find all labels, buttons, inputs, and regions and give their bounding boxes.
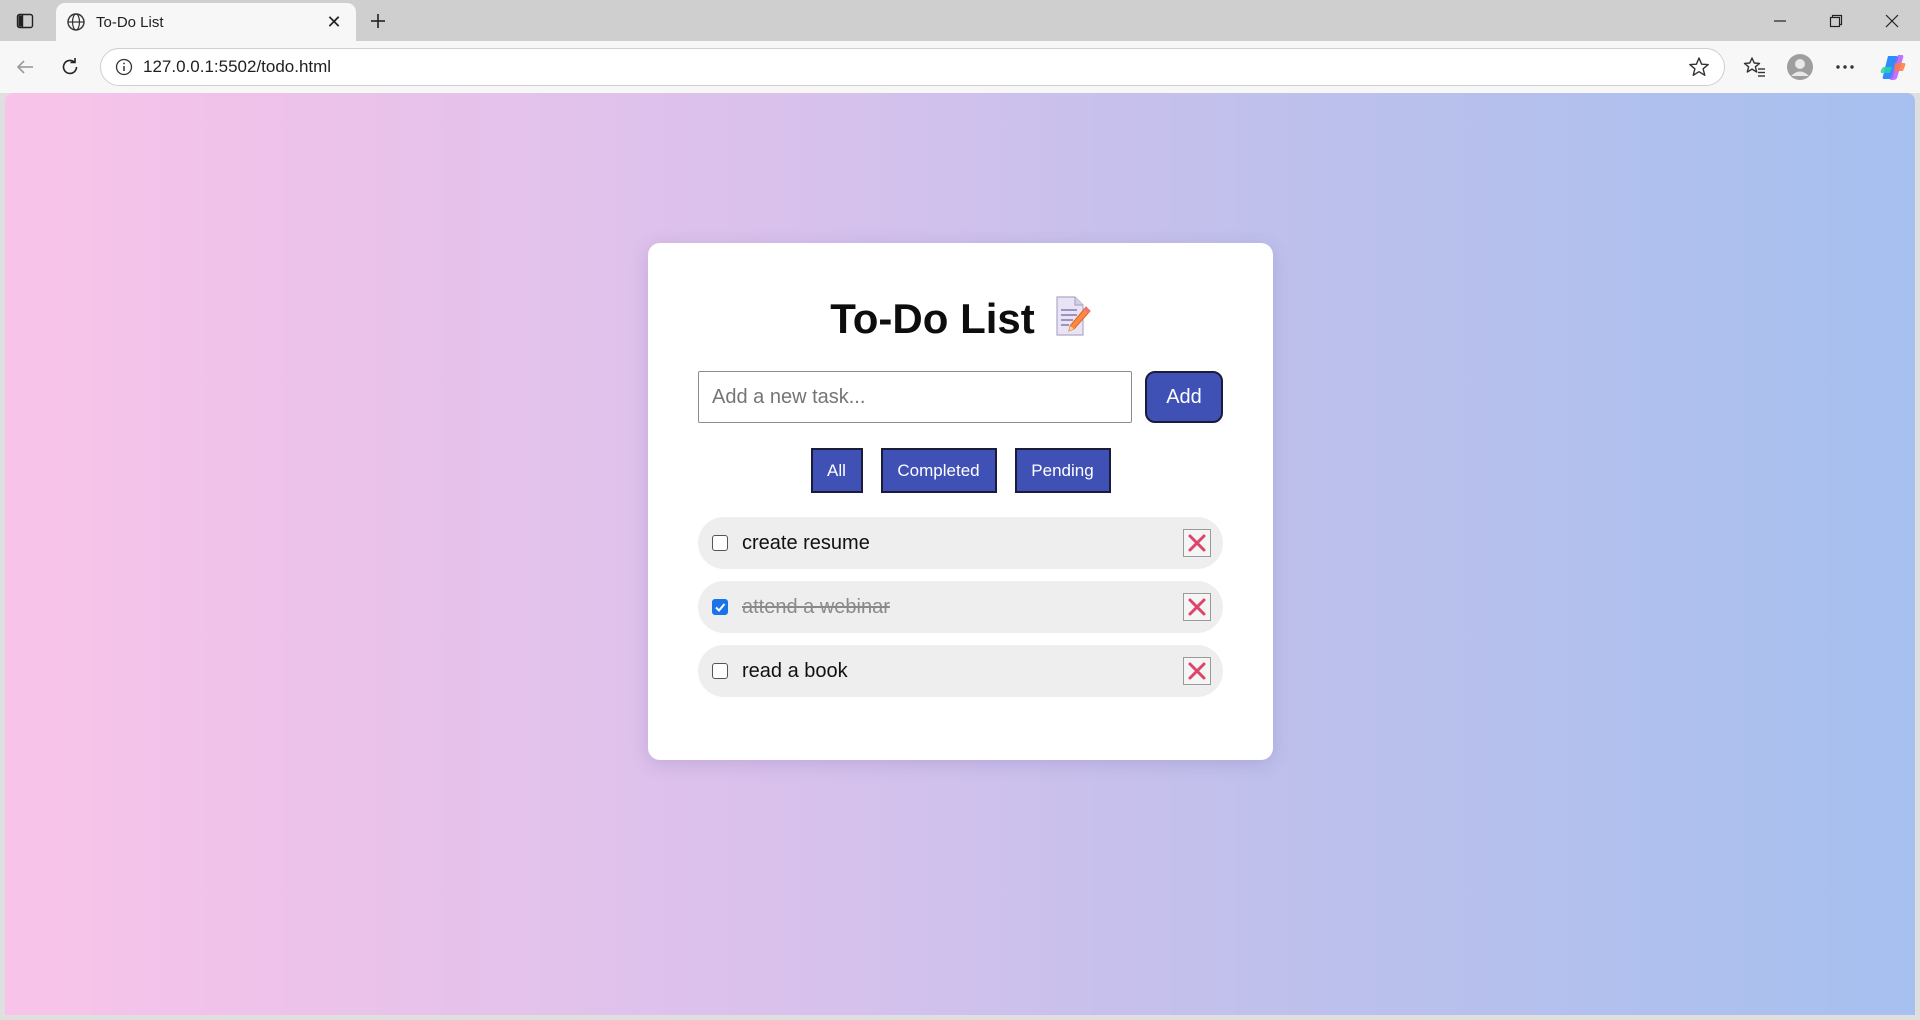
back-arrow-icon[interactable] <box>10 52 40 82</box>
globe-icon <box>64 10 88 34</box>
task-text: attend a webinar <box>742 595 890 618</box>
delete-task-button[interactable] <box>1183 657 1211 685</box>
filter-all-button[interactable]: All <box>810 448 863 493</box>
filter-pending-button[interactable]: Pending <box>1014 448 1111 493</box>
task-item: read a book <box>698 645 1223 697</box>
filter-completed-button[interactable]: Completed <box>880 448 997 493</box>
cross-mark-icon <box>1188 662 1206 680</box>
task-checkbox[interactable] <box>712 535 728 551</box>
cross-mark-icon <box>1188 534 1206 552</box>
reload-icon[interactable] <box>55 52 85 82</box>
page-title: To-Do List <box>648 295 1273 347</box>
address-bar[interactable]: 127.0.0.1:5502/todo.html <box>100 48 1725 86</box>
restore-icon[interactable] <box>1808 0 1864 41</box>
profile-icon[interactable] <box>1783 50 1817 84</box>
new-tab-icon[interactable] <box>364 7 392 35</box>
filter-bar: All Completed Pending <box>648 448 1273 493</box>
favorites-icon[interactable] <box>1738 50 1772 84</box>
delete-task-button[interactable] <box>1183 529 1211 557</box>
task-item: create resume <box>698 517 1223 569</box>
cross-mark-icon <box>1188 598 1206 616</box>
task-list: create resume attend a webinar read a bo… <box>698 517 1223 709</box>
task-text: read a book <box>742 659 848 682</box>
todo-card: To-Do List Add All Completed Pending <box>648 243 1273 760</box>
tab-strip: To-Do List ✕ <box>0 0 1920 41</box>
close-tab-icon[interactable]: ✕ <box>322 10 346 34</box>
task-text: create resume <box>742 531 870 554</box>
checkmark-icon <box>715 603 726 612</box>
star-icon[interactable] <box>1686 54 1712 80</box>
task-item: attend a webinar <box>698 581 1223 633</box>
memo-icon <box>1053 295 1091 347</box>
close-window-icon[interactable] <box>1864 0 1920 41</box>
add-task-button[interactable]: Add <box>1145 371 1223 423</box>
browser-tab[interactable]: To-Do List ✕ <box>56 3 356 41</box>
info-icon[interactable] <box>113 56 135 78</box>
new-task-input[interactable] <box>698 371 1132 423</box>
task-checkbox[interactable] <box>712 599 728 615</box>
more-icon[interactable] <box>1828 50 1862 84</box>
page-viewport: To-Do List Add All Completed Pending <box>5 93 1915 1015</box>
task-checkbox[interactable] <box>712 663 728 679</box>
minimize-icon[interactable] <box>1752 0 1808 41</box>
tab-title: To-Do List <box>96 13 164 31</box>
window-controls <box>1752 0 1920 41</box>
title-text: To-Do List <box>830 295 1035 342</box>
delete-task-button[interactable] <box>1183 593 1211 621</box>
sidebar-toggle-icon[interactable] <box>12 8 38 34</box>
browser-toolbar: 127.0.0.1:5502/todo.html <box>0 41 1920 93</box>
url-text: 127.0.0.1:5502/todo.html <box>143 57 332 76</box>
copilot-icon[interactable] <box>1876 50 1910 84</box>
